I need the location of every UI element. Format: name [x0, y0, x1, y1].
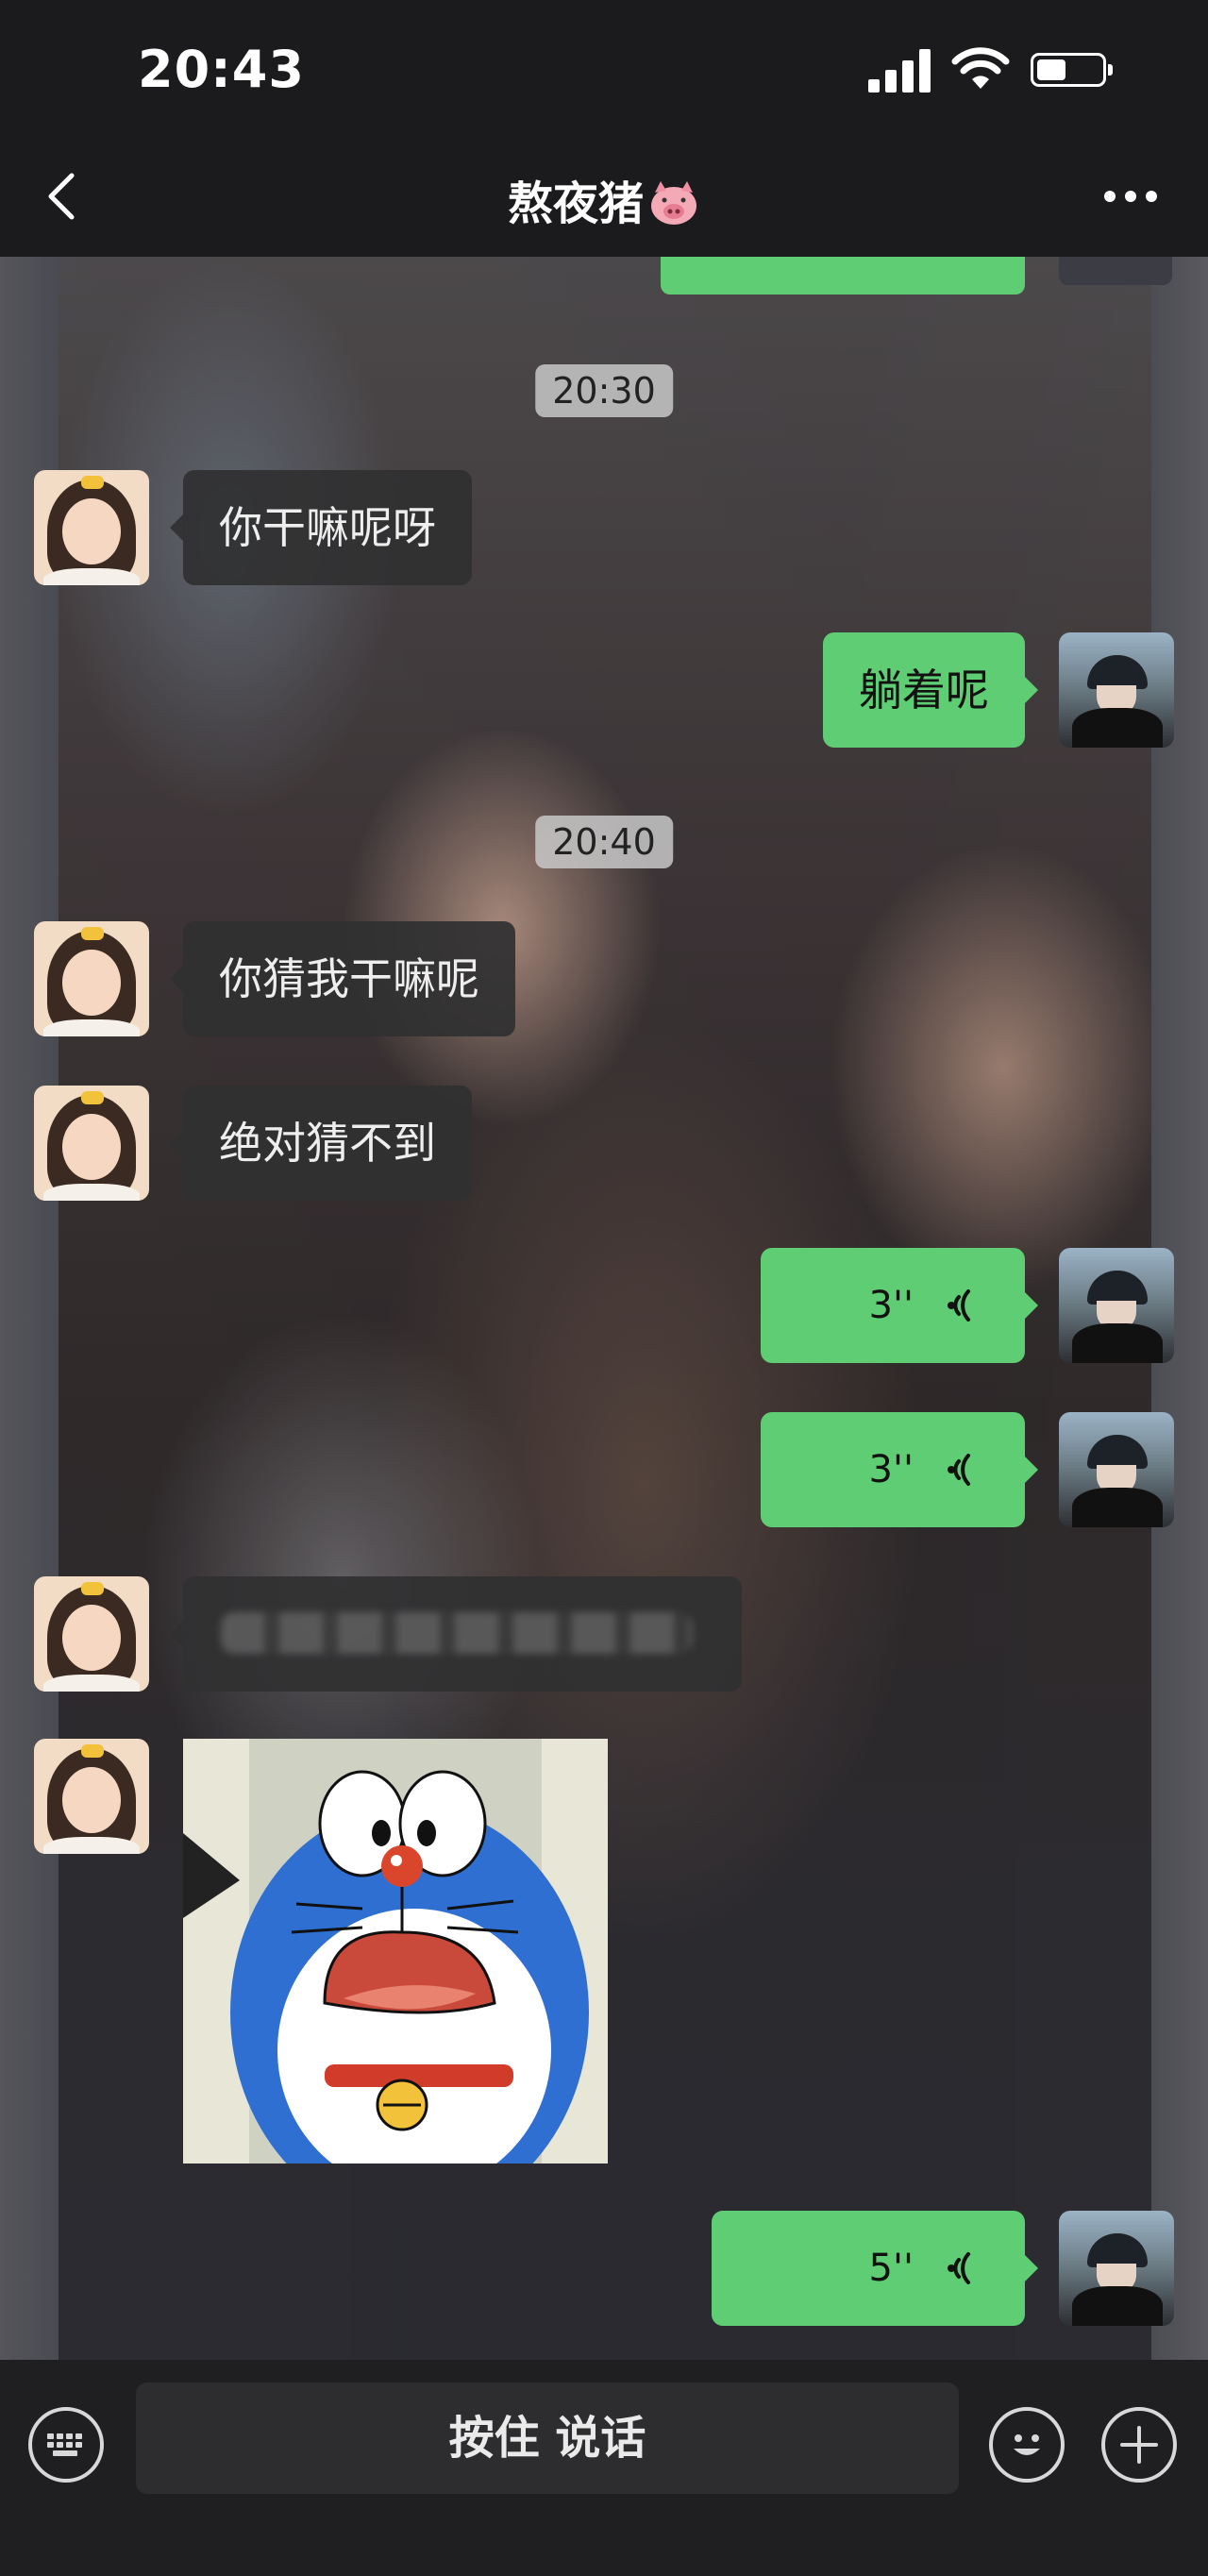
outgoing-voice-bubble[interactable]: 3''	[761, 1412, 1038, 1527]
battery-icon	[1031, 53, 1113, 87]
keyboard-toggle-button[interactable]	[28, 2407, 104, 2483]
my-avatar-partial[interactable]	[1059, 257, 1172, 285]
plus-icon	[1120, 2426, 1158, 2464]
incoming-text-bubble[interactable]: 你干嘛呢呀	[170, 470, 472, 585]
pig-face-icon	[651, 181, 696, 225]
hold-to-talk-button[interactable]: 按住 说话	[136, 2382, 959, 2494]
cellular-signal-icon	[868, 49, 931, 93]
doraemon-sticker[interactable]	[183, 1739, 608, 2164]
voice-wave-icon	[948, 2252, 970, 2284]
status-bar: 20:43	[0, 0, 1208, 142]
more-options-button[interactable]	[1104, 191, 1159, 204]
chat-title: 熬夜猪	[0, 166, 1208, 232]
timestamp: 20:30	[535, 364, 673, 417]
incoming-text-bubble[interactable]: 你猜我干嘛呢	[170, 921, 515, 1036]
blurred-text	[221, 1612, 693, 1654]
voice-duration: 3''	[868, 1284, 914, 1327]
status-time: 20:43	[138, 40, 305, 99]
keyboard-icon	[47, 2433, 82, 2456]
contact-avatar[interactable]	[34, 470, 149, 585]
emoji-button[interactable]	[989, 2407, 1065, 2483]
wifi-icon	[951, 47, 1010, 89]
more-actions-button[interactable]	[1101, 2407, 1177, 2483]
timestamp: 20:40	[535, 816, 673, 868]
voice-duration: 5''	[868, 2247, 914, 2290]
incoming-blurred-bubble[interactable]	[170, 1576, 742, 1692]
doraemon-sticker-image	[183, 1739, 608, 2164]
chat-header: 熬夜猪	[0, 142, 1208, 257]
voice-duration: 3''	[868, 1448, 914, 1491]
my-avatar[interactable]	[1059, 1412, 1174, 1527]
outgoing-bubble-partial[interactable]	[661, 257, 1025, 295]
contact-avatar[interactable]	[34, 1086, 149, 1201]
my-avatar[interactable]	[1059, 1248, 1174, 1363]
voice-wave-icon	[948, 1454, 970, 1486]
outgoing-voice-bubble[interactable]: 5''	[712, 2211, 1038, 2326]
chat-message-list[interactable]: 20:30 你干嘛呢呀 躺着呢 20:40 你猜我干嘛呢 绝对猜不到 3'' 3…	[0, 257, 1208, 2360]
incoming-text-bubble[interactable]: 绝对猜不到	[170, 1086, 472, 1201]
outgoing-voice-bubble[interactable]: 3''	[761, 1248, 1038, 1363]
outgoing-text-bubble[interactable]: 躺着呢	[823, 632, 1038, 748]
input-bar: 按住 说话	[0, 2360, 1208, 2576]
my-avatar[interactable]	[1059, 632, 1174, 748]
contact-avatar[interactable]	[34, 1739, 149, 1854]
smiley-icon	[1014, 2434, 1040, 2455]
my-avatar[interactable]	[1059, 2211, 1174, 2326]
contact-avatar[interactable]	[34, 1576, 149, 1692]
more-dots-icon	[1104, 191, 1116, 202]
chat-title-text: 熬夜猪	[507, 177, 644, 230]
contact-avatar[interactable]	[34, 921, 149, 1036]
voice-wave-icon	[948, 1289, 970, 1322]
